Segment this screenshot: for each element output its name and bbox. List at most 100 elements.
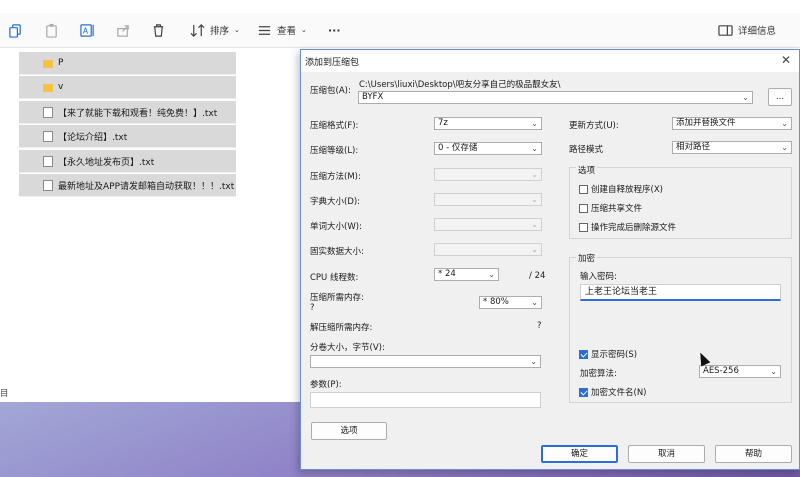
update-mode-combo[interactable]: 添加并替换文件 ⌄	[672, 117, 792, 130]
list-item[interactable]: 【来了就能下载和观看！纯免费！】.txt	[19, 101, 236, 124]
list-item[interactable]: 【永久地址发布页】.txt	[19, 150, 236, 173]
chevron-down-icon: ⌄	[781, 143, 788, 152]
dialog-title: 添加到压缩包	[305, 58, 360, 68]
chevron-down-icon: ⌄	[531, 245, 538, 254]
list-item[interactable]: v	[19, 76, 236, 99]
solid-block-label: 固实数据大小:	[310, 247, 364, 257]
chevron-down-icon: ⌄	[488, 270, 495, 279]
sort-label: 排序	[210, 26, 230, 37]
path-mode-value: 相对路径	[676, 142, 711, 152]
create-sfx-checkbox[interactable]: 创建自释放程序(X)	[579, 183, 663, 195]
encryption-group-title: 加密	[576, 252, 598, 264]
cpu-threads-value: * 24	[438, 269, 456, 279]
archive-label: 压缩包(A):	[310, 86, 351, 96]
encrypt-names-label: 加密文件名(N)	[591, 388, 647, 398]
memory-usage-combo[interactable]: * 80% ⌄	[479, 296, 542, 309]
format-combo[interactable]: 7z ⌄	[434, 117, 542, 130]
delete-icon[interactable]	[151, 21, 166, 39]
list-item[interactable]: P	[19, 52, 236, 75]
svg-text:A: A	[83, 26, 89, 35]
more-button[interactable]: ···	[328, 21, 341, 39]
text-file-icon	[43, 155, 53, 167]
options-group-title: 选项	[576, 164, 598, 176]
compress-memory-value: ?	[310, 303, 315, 313]
method-combo: ⌄	[434, 168, 542, 181]
update-mode-label: 更新方式(U):	[569, 121, 619, 131]
level-combo[interactable]: 0 - 仅存储 ⌄	[434, 142, 542, 155]
chevron-down-icon: ⌄	[742, 93, 749, 102]
copy-icon[interactable]	[8, 21, 23, 39]
word-size-combo: ⌄	[434, 218, 542, 231]
sort-button[interactable]: 排序 ⌄	[190, 21, 240, 39]
dialog-titlebar: 添加到压缩包 ✕	[301, 50, 799, 72]
word-size-label: 单词大小(W):	[310, 222, 362, 232]
file-name: 【来了就能下载和观看！纯免费！】.txt	[58, 108, 218, 119]
password-label: 输入密码:	[580, 272, 617, 282]
memory-usage-value: * 80%	[483, 297, 509, 307]
chevron-down-icon: ⌄	[770, 367, 777, 376]
checkbox-box	[579, 349, 588, 359]
explorer-toolbar: A 排序 ⌄ 查看 ⌄ ··· 详细信息	[0, 13, 800, 48]
cancel-button[interactable]: 取消	[628, 445, 705, 463]
cpu-threads-label: CPU 线程数:	[310, 273, 359, 283]
password-input[interactable]: 上老王论坛当老王	[580, 284, 781, 301]
add-to-archive-dialog: 添加到压缩包 ✕ 压缩包(A): C:\Users\liuxi\Desktop\…	[300, 49, 800, 470]
file-name: 【永久地址发布页】.txt	[58, 157, 155, 168]
path-mode-combo[interactable]: 相对路径 ⌄	[672, 141, 792, 154]
chevron-down-icon: ⌄	[531, 220, 538, 229]
folder-icon	[43, 84, 53, 92]
rename-icon[interactable]: A	[80, 21, 95, 39]
chevron-down-icon: ⌄	[531, 144, 538, 153]
archive-path: C:\Users\liuxi\Desktop\吧友分享自己的极品靓女友\	[359, 80, 561, 90]
file-name: v	[58, 82, 64, 92]
file-name: 最新地址及APP请发邮箱自动获取！！！.txt	[58, 181, 235, 192]
close-icon[interactable]: ✕	[781, 53, 791, 67]
details-label: 详细信息	[738, 26, 777, 37]
list-item[interactable]: 【论坛介绍】.txt	[19, 125, 236, 148]
view-icon	[258, 25, 271, 35]
text-file-icon	[43, 179, 53, 191]
encrypt-names-checkbox[interactable]: 加密文件名(N)	[579, 386, 647, 398]
help-button[interactable]: 帮助	[715, 445, 792, 463]
split-size-combo[interactable]: ⌄	[310, 355, 541, 368]
format-label: 压缩格式(F):	[310, 121, 359, 131]
solid-block-combo: ⌄	[434, 243, 542, 256]
ok-button[interactable]: 确定	[541, 445, 618, 463]
checkbox-box	[579, 222, 588, 232]
view-label: 查看	[277, 26, 297, 37]
decompress-memory-label: 解压缩所需内存:	[310, 323, 373, 333]
cpu-threads-combo[interactable]: * 24 ⌄	[434, 268, 499, 281]
checkbox-box	[579, 203, 588, 213]
encryption-method-combo[interactable]: AES-256 ⌄	[699, 365, 781, 378]
list-item[interactable]: 最新地址及APP请发邮箱自动获取！！！.txt	[19, 174, 236, 197]
share-icon[interactable]	[116, 21, 131, 39]
parameters-input[interactable]	[310, 392, 541, 408]
browse-button[interactable]: ...	[768, 88, 792, 106]
checkbox-box	[579, 184, 588, 194]
chevron-down-icon: ⌄	[531, 170, 538, 179]
cpu-threads-total: / 24	[529, 271, 546, 281]
paste-icon[interactable]	[44, 21, 59, 39]
decompress-memory-value: ?	[537, 321, 542, 331]
show-password-checkbox[interactable]: 显示密码(S)	[579, 348, 637, 360]
archive-name-value: BYFX	[362, 92, 384, 102]
compress-shared-checkbox[interactable]: 压缩共享文件	[579, 202, 642, 214]
details-button[interactable]: 详细信息	[718, 21, 776, 39]
details-pane-icon	[718, 24, 733, 36]
delete-after-label: 操作完成后删除源文件	[591, 223, 677, 233]
delete-after-checkbox[interactable]: 操作完成后删除源文件	[579, 221, 676, 233]
options-button[interactable]: 选项	[311, 422, 387, 440]
chevron-down-icon: ⌄	[301, 26, 307, 34]
method-label: 压缩方法(M):	[310, 172, 361, 182]
dictionary-size-label: 字典大小(D):	[310, 197, 361, 207]
encryption-method-label: 加密算法:	[580, 369, 617, 379]
compress-shared-label: 压缩共享文件	[591, 204, 643, 214]
text-file-icon	[43, 106, 53, 118]
encryption-method-value: AES-256	[703, 366, 739, 376]
show-password-label: 显示密码(S)	[591, 350, 638, 360]
archive-name-combo[interactable]: BYFX ⌄	[358, 91, 753, 104]
chevron-down-icon: ⌄	[531, 119, 538, 128]
file-name: 【论坛介绍】.txt	[58, 132, 128, 143]
level-label: 压缩等级(L):	[310, 146, 359, 156]
view-button[interactable]: 查看 ⌄	[257, 21, 307, 39]
